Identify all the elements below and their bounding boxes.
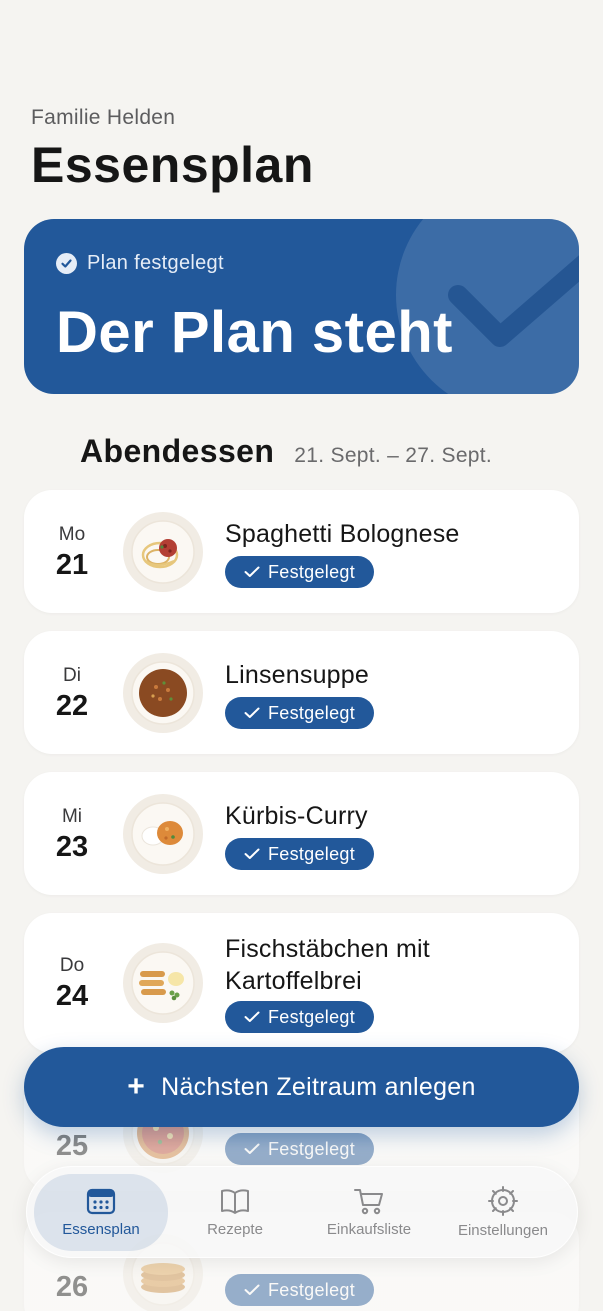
soup-bowl-icon: [123, 653, 203, 733]
day-abbr: Mo: [58, 524, 86, 545]
status-badge: Festgelegt: [225, 1133, 374, 1165]
tab-einkaufsliste[interactable]: Einkaufsliste: [302, 1174, 436, 1251]
page-title: Essensplan: [31, 137, 314, 193]
status-badge: Festgelegt: [225, 838, 374, 870]
meal-card[interactable]: Mo 21 Spaghetti Bolognese Festgelegt: [24, 490, 579, 613]
tab-einstellungen[interactable]: Einstellungen: [436, 1174, 570, 1251]
book-icon: [221, 1189, 249, 1214]
checkmark-icon: [244, 848, 260, 859]
status-badge: Festgelegt: [225, 556, 374, 588]
check-circle-icon: [56, 253, 77, 274]
household-name: Familie Helden: [31, 106, 176, 129]
tab-bar: Essensplan Rezepte Einkaufsliste Einstel…: [26, 1166, 578, 1258]
plan-status-text: Plan festgelegt: [87, 252, 224, 274]
spaghetti-plate-icon: [123, 512, 203, 592]
meal-name: Spaghetti Bolognese: [225, 520, 460, 548]
status-badge-label: Festgelegt: [267, 1006, 356, 1027]
checkmark-icon: [244, 1284, 260, 1295]
checkmark-icon: [244, 1011, 260, 1022]
meal-card[interactable]: Mi 23 Kürbis-Curry Festgelegt: [24, 772, 579, 895]
date-range: 21. Sept. – 27. Sept.: [294, 444, 493, 467]
status-badge: Festgelegt: [225, 1001, 374, 1033]
curry-plate-icon: [123, 794, 203, 874]
day-label: 25: [24, 1127, 120, 1163]
day-number: 21: [55, 549, 89, 581]
gear-icon: [488, 1186, 518, 1216]
status-badge: Festgelegt: [225, 1274, 374, 1306]
meal-card[interactable]: Do 24 Fischstäbchen mit Kartoffelbrei Fe…: [24, 913, 579, 1053]
day-label: Mo 21: [24, 524, 120, 582]
checkmark-icon: [244, 566, 260, 577]
day-number: 25: [55, 1130, 89, 1162]
plan-status-banner: Plan festgelegt Der Plan steht: [24, 219, 579, 394]
status-badge-label: Festgelegt: [267, 702, 356, 723]
day-number: 23: [55, 831, 89, 863]
plus-icon: +: [127, 1070, 146, 1103]
new-period-button[interactable]: + Nächsten Zeitraum anlegen: [24, 1047, 579, 1127]
status-badge-label: Festgelegt: [267, 843, 356, 864]
status-badge: Festgelegt: [225, 697, 374, 729]
day-abbr: Di: [63, 665, 81, 686]
section-title: Abendessen: [80, 433, 275, 469]
meal-name: Linsensuppe: [225, 661, 369, 689]
status-badge-label: Festgelegt: [267, 1279, 356, 1300]
plan-status-label: Plan festgelegt: [56, 252, 224, 275]
day-number: 22: [55, 690, 89, 722]
day-abbr: Mi: [61, 806, 83, 827]
checkmark-icon: [244, 707, 260, 718]
day-label: Do 24: [24, 955, 120, 1013]
day-number: 24: [55, 980, 89, 1012]
plan-heading: Der Plan steht: [56, 300, 453, 365]
day-abbr: Do: [59, 955, 85, 976]
tab-rezepte[interactable]: Rezepte: [168, 1174, 302, 1251]
tab-essensplan[interactable]: Essensplan: [34, 1174, 168, 1251]
tab-label: Essensplan: [62, 1221, 140, 1238]
calendar-icon: [86, 1188, 116, 1215]
tab-label: Einkaufsliste: [326, 1221, 412, 1238]
day-label: 26: [24, 1268, 120, 1304]
tab-label: Rezepte: [207, 1221, 263, 1238]
cart-icon: [354, 1189, 383, 1215]
fish-sticks-plate-icon: [123, 943, 203, 1023]
meal-name: Kürbis-Curry: [225, 802, 368, 830]
day-label: Mi 23: [24, 806, 120, 864]
checkmark-icon: [244, 1143, 260, 1154]
meal-card[interactable]: Di 22 Linsensuppe Festgelegt: [24, 631, 579, 754]
new-period-button-label: Nächsten Zeitraum anlegen: [161, 1072, 476, 1101]
tab-label: Einstellungen: [457, 1222, 549, 1239]
day-number: 26: [55, 1271, 89, 1303]
large-checkmark-icon: [448, 255, 579, 347]
status-badge-label: Festgelegt: [267, 561, 356, 582]
day-label: Di 22: [24, 665, 120, 723]
meal-name: Fischstäbchen mit Kartoffelbrei: [225, 935, 430, 995]
section-header: Abendessen 21. Sept. – 27. Sept.: [80, 433, 492, 470]
status-badge-label: Festgelegt: [267, 1138, 356, 1159]
